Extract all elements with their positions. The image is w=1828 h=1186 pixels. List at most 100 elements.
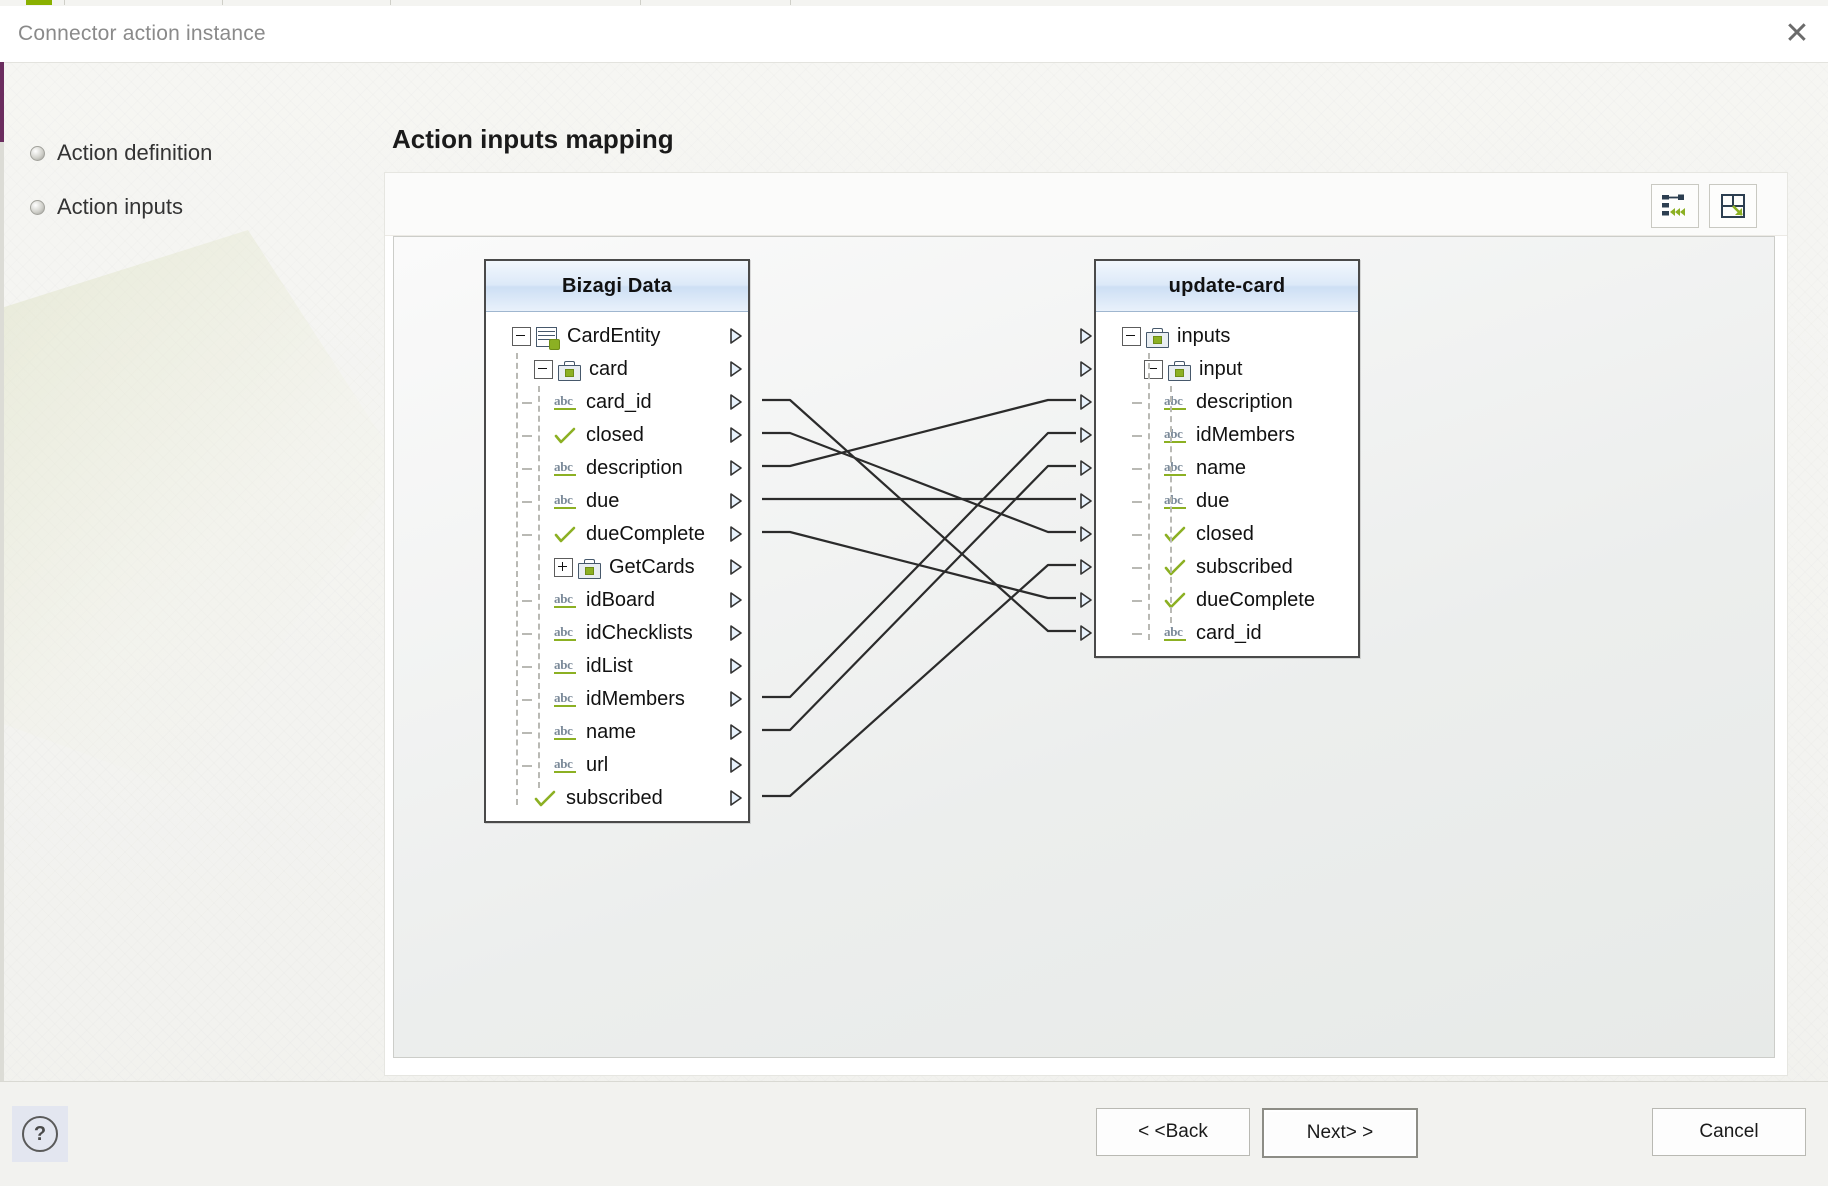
tree-node[interactable]: abc url xyxy=(486,749,748,782)
tree-node[interactable]: subscribed xyxy=(486,782,748,815)
bullet-icon xyxy=(30,199,45,215)
tree-node[interactable]: dueComplete xyxy=(486,518,748,551)
tree-node[interactable]: closed xyxy=(486,419,748,452)
tree-node[interactable]: inputs xyxy=(1096,320,1358,353)
mapping-port[interactable] xyxy=(728,590,744,610)
background-watermark xyxy=(0,230,400,790)
mapping-port[interactable] xyxy=(728,326,744,346)
mapping-port[interactable] xyxy=(1078,524,1094,544)
tree-node[interactable]: abc due xyxy=(1096,485,1358,518)
string-type-icon: abc xyxy=(554,492,576,510)
tree-node[interactable]: abc card_id xyxy=(486,386,748,419)
mapping-panel: Bizagi Data CardEntity card abc card_id clos… xyxy=(384,172,1788,1076)
tree-node[interactable]: abc idMembers xyxy=(1096,419,1358,452)
tree-node-label: card xyxy=(589,358,628,380)
mapping-toolbar xyxy=(385,173,1787,236)
tree-node[interactable]: input xyxy=(1096,353,1358,386)
tree-node[interactable]: abc idMembers xyxy=(486,683,748,716)
mapping-port[interactable] xyxy=(1078,590,1094,610)
strip-tick xyxy=(790,0,791,5)
tree-node[interactable]: abc description xyxy=(1096,386,1358,419)
cancel-button[interactable]: Cancel xyxy=(1652,1108,1806,1156)
mapping-port[interactable] xyxy=(728,359,744,379)
tree-node[interactable]: abc idList xyxy=(486,650,748,683)
tree-node[interactable]: card xyxy=(486,353,748,386)
tree-node-label: dueComplete xyxy=(586,523,705,545)
mapping-port[interactable] xyxy=(728,722,744,742)
link-name-to-name[interactable] xyxy=(762,464,1076,732)
tree-node[interactable]: abc description xyxy=(486,452,748,485)
mapping-port[interactable] xyxy=(728,689,744,709)
mapping-port[interactable] xyxy=(728,656,744,676)
tree-expander-collapse[interactable] xyxy=(534,360,553,379)
tree-node[interactable]: CardEntity xyxy=(486,320,748,353)
dialog-title-bar: Connector action instance ✕ xyxy=(0,6,1828,63)
auto-map-button[interactable] xyxy=(1651,184,1699,228)
fit-to-view-button[interactable] xyxy=(1709,184,1757,228)
strip-tick xyxy=(390,0,391,5)
tree-node-label: subscribed xyxy=(566,787,663,809)
mapping-port[interactable] xyxy=(1078,359,1094,379)
tree-expander-collapse[interactable] xyxy=(1144,360,1163,379)
tree-node-label: idList xyxy=(586,655,633,677)
link-description-to-description[interactable] xyxy=(762,398,1076,468)
mapping-port[interactable] xyxy=(1078,392,1094,412)
mapping-canvas[interactable]: Bizagi Data CardEntity card abc card_id clos… xyxy=(393,236,1775,1058)
mapping-port[interactable] xyxy=(1078,557,1094,577)
string-type-icon: abc xyxy=(554,690,576,708)
close-icon[interactable]: ✕ xyxy=(1766,6,1828,62)
tree-node[interactable]: abc name xyxy=(486,716,748,749)
tree-node[interactable]: abc idBoard xyxy=(486,584,748,617)
tree-node-label: name xyxy=(1196,457,1247,479)
mapping-port[interactable] xyxy=(1078,491,1094,511)
mapping-port[interactable] xyxy=(728,425,744,445)
tree-node[interactable]: closed xyxy=(1096,518,1358,551)
sidebar-item-action-inputs[interactable]: Action inputs xyxy=(30,194,330,220)
mapping-port[interactable] xyxy=(728,458,744,478)
mapping-port[interactable] xyxy=(728,491,744,511)
wizard-step-nav: Action definition Action inputs xyxy=(30,140,330,248)
mapping-port[interactable] xyxy=(728,755,744,775)
mapping-port[interactable] xyxy=(728,623,744,643)
tree-node-label: idMembers xyxy=(586,688,685,710)
tree-node[interactable]: abc due xyxy=(486,485,748,518)
mapping-port[interactable] xyxy=(728,788,744,808)
string-type-icon: abc xyxy=(1164,426,1186,444)
tree-expander-collapse[interactable] xyxy=(512,327,531,346)
tree-node[interactable]: abc card_id xyxy=(1096,617,1358,650)
link-subscribed-to-subscribed[interactable] xyxy=(762,563,1076,798)
boolean-type-icon xyxy=(1164,526,1186,544)
tree-node[interactable]: abc idChecklists xyxy=(486,617,748,650)
tree-node[interactable]: abc name xyxy=(1096,452,1358,485)
entity-icon xyxy=(536,326,560,350)
tree-node-label: name xyxy=(586,721,637,743)
link-idMembers-to-idMembers[interactable] xyxy=(762,431,1076,699)
boolean-type-icon xyxy=(554,427,576,445)
tree-node[interactable]: dueComplete xyxy=(1096,584,1358,617)
string-type-icon: abc xyxy=(554,657,576,675)
strip-tick xyxy=(64,0,65,5)
sidebar-item-action-definition[interactable]: Action definition xyxy=(30,140,330,166)
mapping-port[interactable] xyxy=(1078,623,1094,643)
help-button[interactable]: ? xyxy=(12,1106,68,1162)
source-tree-body: CardEntity card abc card_id closed abc descrip… xyxy=(486,312,748,821)
string-type-icon: abc xyxy=(1164,393,1186,411)
source-tree-box: Bizagi Data CardEntity card abc card_id clos… xyxy=(484,259,750,823)
mapping-port[interactable] xyxy=(1078,326,1094,346)
mapping-port[interactable] xyxy=(728,524,744,544)
tree-expander-collapse[interactable] xyxy=(1122,327,1141,346)
mapping-port[interactable] xyxy=(1078,425,1094,445)
mapping-port[interactable] xyxy=(1078,458,1094,478)
link-closed-to-closed[interactable] xyxy=(762,431,1076,534)
tree-expander-expand[interactable] xyxy=(554,558,573,577)
bullet-icon xyxy=(30,145,45,161)
mapping-port[interactable] xyxy=(728,392,744,412)
back-button[interactable]: < <Back xyxy=(1096,1108,1250,1156)
mapping-port[interactable] xyxy=(728,557,744,577)
link-card_id-to-card_id[interactable] xyxy=(762,398,1076,633)
tree-node[interactable]: subscribed xyxy=(1096,551,1358,584)
tree-node[interactable]: GetCards xyxy=(486,551,748,584)
left-divider-bar xyxy=(0,142,4,1142)
next-button[interactable]: Next> > xyxy=(1262,1108,1418,1158)
boolean-type-icon xyxy=(1164,592,1186,610)
